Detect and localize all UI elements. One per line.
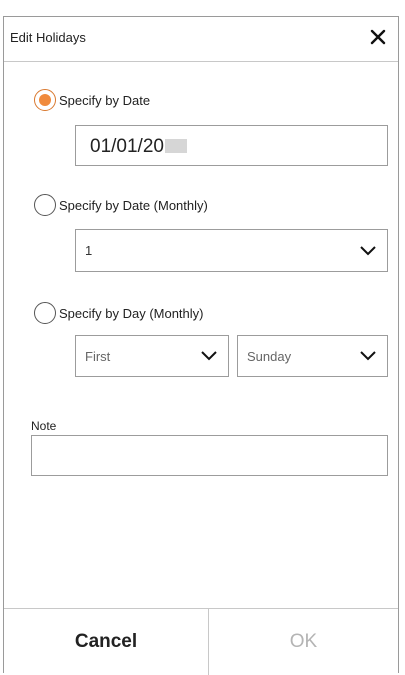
radio-button-specify-by-day-monthly[interactable] xyxy=(34,302,56,324)
radio-button-specify-by-date[interactable] xyxy=(34,89,56,111)
day-of-month-select[interactable]: 1 xyxy=(75,229,388,272)
week-of-month-select-value: First xyxy=(85,348,111,364)
chevron-down-icon xyxy=(201,351,217,361)
edit-holidays-dialog: Edit Holidays Specify by Date 01/01/20 S… xyxy=(3,16,399,675)
radio-option-specify-by-day-monthly[interactable]: Specify by Day (Monthly) xyxy=(34,300,204,326)
ok-button[interactable]: OK xyxy=(209,609,398,675)
radio-label-specify-by-date-monthly: Specify by Date (Monthly) xyxy=(59,197,208,213)
date-input[interactable]: 01/01/20 xyxy=(75,125,388,166)
day-of-month-select-value: 1 xyxy=(85,243,93,258)
radio-button-specify-by-date-monthly[interactable] xyxy=(34,194,56,216)
chevron-down-icon xyxy=(360,245,376,255)
radio-label-specify-by-day-monthly: Specify by Day (Monthly) xyxy=(59,305,204,321)
close-icon[interactable] xyxy=(366,25,390,49)
dialog-footer: Cancel OK xyxy=(4,608,398,675)
dialog-titlebar: Edit Holidays xyxy=(4,17,398,62)
radio-option-specify-by-date-monthly[interactable]: Specify by Date (Monthly) xyxy=(34,192,208,218)
radio-label-specify-by-date: Specify by Date xyxy=(59,92,151,108)
radio-option-specify-by-date[interactable]: Specify by Date xyxy=(34,87,150,113)
note-input[interactable] xyxy=(31,435,388,476)
cancel-button[interactable]: Cancel xyxy=(4,609,209,675)
dialog-title: Edit Holidays xyxy=(10,30,86,45)
chevron-down-icon xyxy=(360,351,376,361)
day-of-week-select[interactable]: Sunday xyxy=(237,335,388,377)
day-of-week-select-value: Sunday xyxy=(247,348,292,364)
note-label: Note xyxy=(31,419,57,433)
week-of-month-select[interactable]: First xyxy=(75,335,229,377)
redacted-year-block xyxy=(164,139,187,153)
date-input-value: 01/01/20 xyxy=(90,136,164,157)
